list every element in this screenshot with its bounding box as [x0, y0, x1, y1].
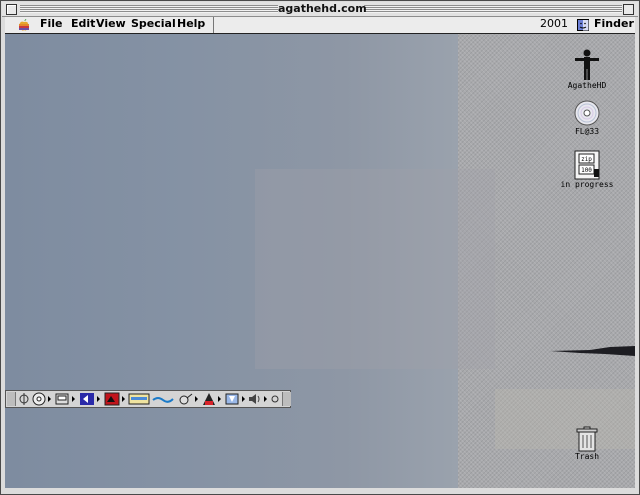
appletalk-icon[interactable] [18, 392, 30, 406]
popup-arrow-icon[interactable] [218, 396, 221, 402]
desktop-icon-agathehd[interactable]: AgatheHD [552, 49, 622, 91]
desktop-icon-label: Trash [574, 452, 600, 461]
cd-disc-icon [574, 100, 600, 126]
desktop-icon-label: AgatheHD [567, 81, 607, 90]
desktop-icon-label: in progress [560, 180, 614, 189]
popup-arrow-icon[interactable] [242, 396, 245, 402]
desktop-icon-fl33[interactable]: FL@33 [552, 99, 622, 137]
title-bar-stripes-left [20, 5, 278, 13]
popup-arrow-icon[interactable] [264, 396, 267, 402]
remote-access-icon[interactable] [152, 392, 174, 406]
menu-file[interactable]: File [40, 17, 63, 30]
control-strip-handle[interactable] [7, 392, 16, 406]
svg-text:100: 100 [581, 167, 592, 174]
close-box-icon[interactable] [6, 4, 17, 15]
hard-disk-figure-icon [575, 49, 599, 80]
menu-help[interactable]: Help [177, 17, 205, 30]
monitor-depth-icon[interactable] [104, 392, 120, 406]
desktop-haze [255, 169, 495, 369]
zoom-box-icon[interactable] [623, 4, 634, 15]
popup-arrow-icon[interactable] [122, 396, 125, 402]
svg-text:zip: zip [581, 156, 592, 163]
menu-clock[interactable]: 2001 [540, 17, 568, 30]
file-sharing-icon[interactable] [55, 392, 69, 406]
finder-app-icon[interactable] [577, 19, 589, 31]
popup-arrow-icon[interactable] [72, 396, 75, 402]
monitor-resolution-icon[interactable] [128, 392, 150, 406]
location-icon[interactable] [178, 392, 194, 406]
popup-arrow-icon[interactable] [195, 396, 198, 402]
window-title-bar[interactable]: agathehd.com [2, 2, 638, 17]
desktop[interactable]: AgatheHD FL@33 zip 100 in progress Trash [5, 34, 635, 488]
cd-strip-icon[interactable] [32, 392, 46, 406]
sound-settings-icon[interactable] [270, 392, 280, 406]
title-bar-stripes-right [364, 5, 622, 13]
menu-bar: File Edit View Special Help 2001 Finder [5, 17, 635, 34]
app-switcher-label[interactable]: Finder [594, 17, 634, 30]
popup-arrow-icon[interactable] [48, 396, 51, 402]
desktop-icon-trash[interactable]: Trash [552, 426, 622, 462]
energy-icon[interactable] [224, 392, 240, 406]
menu-divider [213, 17, 214, 33]
sound-icon[interactable] [248, 392, 262, 406]
zip-disk-icon: zip 100 [574, 150, 600, 180]
browser-window: agathehd.com File Edit View Special Help… [0, 0, 640, 495]
desktop-dark-streak [550, 346, 635, 356]
menu-edit[interactable]: Edit [71, 17, 95, 30]
keychain-icon[interactable] [79, 392, 95, 406]
apple-menu-icon[interactable] [17, 18, 31, 32]
menu-view[interactable]: View [96, 17, 126, 30]
desktop-icon-in-progress[interactable]: zip 100 in progress [552, 150, 622, 190]
window-title: agathehd.com [278, 2, 367, 16]
popup-arrow-icon[interactable] [97, 396, 100, 402]
control-strip[interactable] [5, 390, 291, 408]
desktop-icon-label: FL@33 [574, 127, 600, 136]
trash-can-icon [576, 426, 598, 452]
printer-icon[interactable] [201, 392, 217, 406]
control-strip-tab[interactable] [282, 392, 291, 406]
menu-special[interactable]: Special [131, 17, 176, 30]
